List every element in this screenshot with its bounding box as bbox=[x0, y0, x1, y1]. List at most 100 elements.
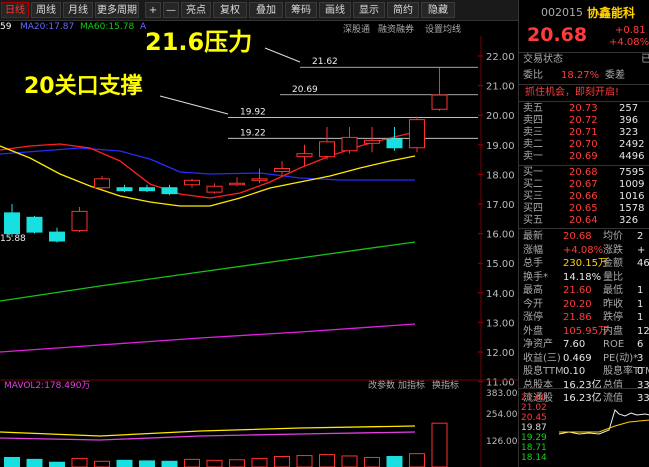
toolbar-button-7[interactable]: 复权 bbox=[213, 2, 247, 18]
volume-bar bbox=[296, 455, 313, 467]
y-axis-label: 16.00 bbox=[486, 230, 515, 241]
stat-row-7: 外盘105.95万内盘124. bbox=[523, 325, 649, 337]
ask-level-1: 卖一 20.69 4496 bbox=[523, 151, 645, 162]
y-axis-label: 21.00 bbox=[486, 82, 515, 93]
stat-row-0: 最新 20.68 均价 2 bbox=[523, 231, 644, 242]
volume-bar bbox=[94, 460, 110, 467]
price-chart[interactable]: 22.00 21.00 20.00 19.00 18.00 17.00 16.00 15.00… bbox=[0, 36, 518, 467]
resistance-annotation: 21.6压力 bbox=[145, 28, 253, 56]
link-shengutong[interactable]: 深股通 bbox=[343, 22, 370, 35]
candle-body bbox=[364, 139, 380, 144]
volume-bar bbox=[341, 455, 358, 467]
stock-header: 002015 协鑫能科 bbox=[541, 6, 636, 20]
low-price-label: 15.88 bbox=[0, 234, 26, 244]
candle-body bbox=[94, 178, 110, 189]
volume-indicator-label: MAVOL2:178.490万 bbox=[4, 381, 90, 391]
link-margin[interactable]: 融资融券 bbox=[378, 22, 414, 35]
candle-body bbox=[229, 182, 245, 186]
toolbar-button-3[interactable]: 更多周期 bbox=[95, 2, 139, 18]
toolbar-button-12[interactable]: 简约 bbox=[387, 2, 419, 18]
y-axis-label: 11.00 bbox=[486, 378, 515, 389]
stat-row-2: 总手230.15万金额46. bbox=[523, 258, 649, 269]
stat-row-3: 换手* 14.18% 量比 bbox=[523, 271, 623, 283]
candle-body bbox=[431, 94, 448, 110]
volume-bar bbox=[71, 457, 88, 467]
volume-link-1[interactable]: 加指标 bbox=[398, 379, 425, 391]
y-axis-label: 20.00 bbox=[486, 111, 515, 122]
mini-axis-label: 18.71 bbox=[521, 443, 547, 453]
volume-bar bbox=[4, 456, 20, 467]
stat-row-8: 净资产 7.60 ROE 6 bbox=[523, 339, 644, 350]
candle-body bbox=[409, 119, 425, 149]
mini-axis-label: 19.87 bbox=[521, 423, 547, 433]
toolbar-button-11[interactable]: 显示 bbox=[353, 2, 385, 18]
toolbar-button-4[interactable]: + bbox=[145, 2, 161, 18]
toolbar-button-6[interactable]: 亮点 bbox=[181, 2, 211, 18]
mini-axis-label: 19.29 bbox=[521, 433, 547, 443]
candle-body bbox=[184, 179, 200, 186]
stat-row-4: 最高 21.60 最低 1 bbox=[523, 285, 644, 296]
mini-axis-label: 20.45 bbox=[521, 413, 547, 423]
volume-link-0[interactable]: 改参数 bbox=[368, 379, 395, 391]
promo-banner: 抓住机会，即刻开启! bbox=[525, 87, 620, 98]
toolbar-button-9[interactable]: 筹码 bbox=[285, 2, 317, 18]
intraday-mini-chart: 21.6021.0220.4519.8719.2918.7118.14 bbox=[521, 393, 649, 463]
volume-bar bbox=[26, 458, 43, 467]
mini-avg-line bbox=[559, 419, 649, 433]
candle-body bbox=[274, 167, 290, 172]
candle-body bbox=[161, 187, 178, 195]
candle-body bbox=[386, 138, 403, 149]
mini-axis-label: 21.02 bbox=[521, 403, 547, 413]
candle-body bbox=[251, 178, 268, 181]
candle-body bbox=[139, 187, 155, 192]
toolbar-button-0[interactable]: 日线 bbox=[1, 2, 29, 18]
mini-axis-label: 21.60 bbox=[521, 393, 547, 403]
y-axis-label: 12.00 bbox=[486, 348, 515, 359]
volume-bar bbox=[116, 459, 133, 467]
volume-bar bbox=[229, 459, 245, 467]
candle-body bbox=[116, 187, 133, 192]
toolbar-button-2[interactable]: 月线 bbox=[63, 2, 93, 18]
volume-link-2[interactable]: 换指标 bbox=[432, 379, 459, 391]
volume-bar bbox=[49, 461, 65, 467]
stat-row-9: 收益(三) 0.469 PE(动)* 3 bbox=[523, 352, 644, 364]
y-axis-label: 13.00 bbox=[486, 318, 515, 329]
toolbar-button-1[interactable]: 周线 bbox=[31, 2, 61, 18]
level-label: 19.92 bbox=[240, 108, 266, 118]
volume-ma2-line bbox=[0, 431, 416, 441]
y-axis-label: 22.00 bbox=[486, 52, 515, 63]
y-axis-label: 18.00 bbox=[486, 170, 515, 181]
mini-axis-label: 18.14 bbox=[521, 453, 547, 463]
annotation-arrow bbox=[264, 47, 301, 63]
ma-mid-line bbox=[0, 145, 416, 207]
stat-row-1: 涨幅 +4.08% 涨跌 + bbox=[523, 244, 646, 256]
toolbar-button-5[interactable]: — bbox=[163, 2, 179, 18]
toolbar-button-10[interactable]: 画线 bbox=[319, 2, 351, 18]
volume-bar bbox=[184, 458, 200, 467]
order-ratio: 委比 18.27% 委差 bbox=[523, 70, 625, 81]
ma60-line bbox=[0, 241, 416, 302]
chart-toolbar: 日线 周线 月线 更多周期 + — 亮点 复权 叠加 筹码 画线 显示 简约 隐藏 bbox=[0, 0, 518, 21]
volume-bar bbox=[319, 454, 335, 467]
indicator-bar: 59 MA20:17.87 MA60:15.78 A 深股通 融资融券 设置均线 bbox=[0, 20, 518, 36]
candle-body bbox=[49, 231, 65, 242]
volume-bar bbox=[206, 459, 223, 467]
candle-body bbox=[206, 185, 223, 193]
toolbar-button-8[interactable]: 叠加 bbox=[249, 2, 283, 18]
stat-row-10: 股息TTM 0.10 股息率TTM 0 bbox=[523, 366, 649, 377]
toolbar-button-13[interactable]: 隐藏 bbox=[421, 2, 455, 18]
candle-body bbox=[341, 136, 358, 152]
level-label: 20.69 bbox=[292, 85, 318, 95]
volume-axis-label: 254.00 bbox=[486, 410, 518, 420]
price-change-pct: +4.08% bbox=[609, 37, 649, 48]
ma20-label: MA20:17.87 bbox=[20, 22, 75, 32]
volume-axis-label: 126.00 bbox=[486, 437, 518, 447]
ma120-line bbox=[0, 323, 416, 353]
link-ma-settings[interactable]: 设置均线 bbox=[425, 22, 461, 35]
bid-level-5: 买五 20.64 326 bbox=[523, 215, 639, 226]
trade-status: 交易状态已 bbox=[523, 54, 649, 65]
volume-ma-line bbox=[0, 425, 416, 437]
candle-body bbox=[71, 210, 88, 232]
volume-bar bbox=[139, 460, 155, 467]
volume-bar bbox=[386, 456, 403, 467]
